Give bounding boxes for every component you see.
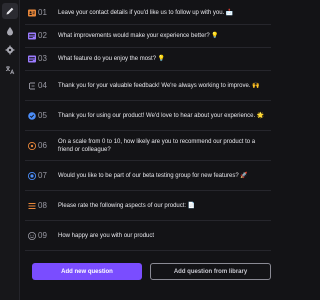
edit-icon — [6, 7, 14, 15]
question-item-04[interactable]: 04 Thank you for your valuable feedback!… — [25, 71, 271, 101]
question-number: 07 — [38, 170, 47, 180]
question-text: What feature do you enjoy the most? 💡 — [58, 56, 166, 62]
question-item-06[interactable]: 06 On a scale from 0 to 10, how likely a… — [25, 131, 271, 161]
question-text: How happy are you with our product — [58, 232, 155, 239]
question-text: Thank you for your valuable feedback! We… — [58, 82, 260, 89]
question-item-02[interactable]: 02 What improvements would make your exp… — [25, 25, 271, 48]
question-number: 08 — [38, 200, 47, 210]
question-text: Would you like to be part of our beta te… — [58, 172, 248, 179]
question-item-03[interactable]: 03 What feature do you enjoy the most? 💡 — [25, 48, 271, 71]
nps-icon — [27, 141, 37, 151]
drop-icon — [7, 27, 13, 36]
question-text: On a scale from 0 to 10, how likely are … — [58, 138, 256, 153]
question-text: Please rate the following aspects of our… — [58, 202, 196, 209]
end-screen-icon — [27, 111, 37, 121]
translate-tool-button[interactable] — [2, 62, 18, 78]
add-question-from-library-button[interactable]: Add question from library — [150, 263, 271, 280]
question-number: 09 — [38, 230, 47, 240]
question-item-01[interactable]: 01 Leave your contact details if you'd l… — [25, 2, 271, 25]
question-number: 04 — [38, 80, 47, 90]
question-number: 05 — [38, 110, 47, 120]
theme-tool-button[interactable] — [2, 23, 18, 39]
long-text-icon — [27, 54, 37, 64]
statement-icon — [27, 81, 37, 91]
add-new-question-button[interactable]: Add new question — [32, 263, 142, 280]
question-text: Leave your contact details if you'd like… — [58, 10, 234, 16]
question-text: What improvements would make your experi… — [58, 33, 219, 39]
question-number: 03 — [38, 54, 47, 63]
question-item-07[interactable]: 07 Would you like to be part of our beta… — [25, 161, 271, 191]
question-list: 01 Leave your contact details if you'd l… — [25, 2, 271, 251]
question-actions: Add new question Add question from libra… — [32, 263, 271, 280]
question-item-05[interactable]: 05 Thank you for using our product! We'd… — [25, 101, 271, 131]
question-item-09[interactable]: 09 How happy are you with our product — [25, 221, 271, 251]
question-number: 01 — [38, 8, 47, 17]
settings-tool-button[interactable] — [2, 42, 18, 58]
question-number: 06 — [38, 140, 47, 150]
survey-builder: 01 Leave your contact details if you'd l… — [0, 0, 273, 300]
translate-icon — [5, 66, 15, 75]
gear-icon — [5, 45, 15, 55]
long-text-icon — [27, 31, 37, 41]
rating-icon — [27, 231, 37, 241]
matrix-icon — [27, 201, 37, 211]
edit-tool-button[interactable] — [2, 3, 18, 19]
left-toolbar — [0, 0, 20, 300]
contact-info-icon — [27, 8, 37, 18]
question-item-08[interactable]: 08 Please rate the following aspects of … — [25, 191, 271, 221]
question-text: Thank you for using our product! We'd lo… — [58, 112, 265, 119]
question-number: 02 — [38, 31, 47, 40]
yes-no-icon — [27, 171, 37, 181]
